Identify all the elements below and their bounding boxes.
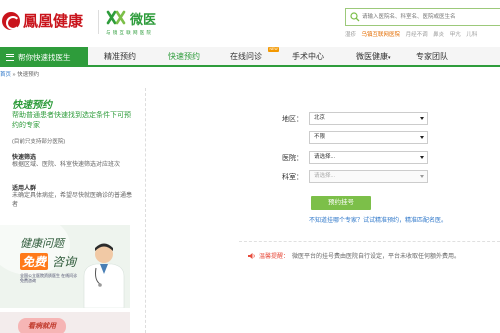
- section-heading-target-users: 适用人群: [12, 186, 37, 192]
- search-box[interactable]: [345, 8, 500, 26]
- find-doctor-menu[interactable]: 帮你快速找医生: [0, 47, 88, 67]
- sidebar-title: 快速预约: [12, 100, 52, 111]
- notice-text: 微医平台的挂号费由医院自行设定，平台未收取任何额外费用。: [292, 254, 461, 260]
- district-select[interactable]: 不限: [309, 131, 428, 144]
- section-heading-quick-filter: 快速筛选: [12, 155, 37, 161]
- hot-search-item[interactable]: 儿科: [466, 32, 477, 38]
- nav-item-weiyi-health[interactable]: 微医健康▾: [356, 47, 391, 67]
- hospital-select-value: 请选择...: [314, 154, 336, 160]
- precise-booking-link[interactable]: 不知道挂哪个专家？试试精准预约，精准匹配名医。: [309, 215, 447, 224]
- breadcrumb-current: 快速预约: [17, 72, 40, 78]
- chevron-down-icon: ▾: [388, 55, 391, 61]
- hot-search-item[interactable]: 湿疹: [345, 32, 356, 38]
- section-divider: [239, 241, 500, 242]
- region-select[interactable]: 北京: [309, 112, 428, 125]
- register-button[interactable]: 预约挂号: [311, 196, 371, 210]
- hot-search-item[interactable]: 月经不调: [406, 32, 428, 38]
- hot-search-item[interactable]: 甲亢: [450, 32, 461, 38]
- region-label: 地区：: [282, 116, 303, 123]
- notice-label: 温馨提醒：: [259, 254, 290, 260]
- banner2-text: 看病就用: [28, 323, 56, 330]
- find-doctor-label: 帮你快速找医生: [18, 52, 71, 62]
- column-divider: [145, 88, 146, 333]
- hospital-select[interactable]: 请选择...: [309, 151, 428, 164]
- banner-fine-print: 全国公立医院资质医生 在线问诊免费咨询: [20, 273, 78, 283]
- region-select-value: 北京: [314, 115, 326, 121]
- banner-headline: 健康问题: [20, 237, 64, 250]
- speaker-icon: [248, 253, 255, 259]
- hot-search-item[interactable]: 乌镇互联网医院: [362, 32, 401, 38]
- sidebar-note: (目前只支持部分医院): [12, 139, 66, 145]
- free-consult-banner[interactable]: 健康问题 免费 咨询 全国公立医院资质医生 在线问诊免费咨询: [0, 225, 130, 308]
- department-select-value: 请选择...: [314, 173, 336, 179]
- main-nav: 帮你快速找医生 精准预约 快速预约 在线问诊 NEW 手术中心 微医健康▾ 专家…: [0, 47, 500, 67]
- nav-item-quick-booking[interactable]: 快速预约: [168, 47, 200, 67]
- hot-search-list: 湿疹 乌镇互联网医院 月经不调 鼻炎 甲亢 儿科: [345, 30, 500, 38]
- sidebar-subtitle: 帮助普通患者快速找到选定条件下可预约的专家: [12, 112, 131, 129]
- section-text-quick-filter: 根据区域、医院、科室快速筛选对应班次: [12, 162, 121, 168]
- new-badge: NEW: [268, 47, 280, 52]
- hospital-label: 医院：: [282, 155, 303, 162]
- department-select[interactable]: 请选择...: [309, 170, 428, 183]
- dropdown-arrow-icon: [420, 117, 424, 120]
- fenghuang-logo-icon: [2, 11, 20, 30]
- see-doctor-banner[interactable]: 看病就用: [0, 312, 130, 333]
- nav-item-expert-team[interactable]: 专家团队: [416, 47, 448, 67]
- menu-list-icon: [6, 53, 14, 61]
- dropdown-arrow-icon: [420, 156, 424, 159]
- nav-item-online-consult[interactable]: 在线问诊: [230, 47, 262, 67]
- banner-consult-text: 咨询: [52, 255, 77, 269]
- search-input[interactable]: [362, 11, 500, 23]
- weiyi-health-label: 微医健康: [356, 52, 388, 61]
- logo-divider: [98, 10, 99, 34]
- banner-free-tag: 免费: [20, 253, 49, 270]
- dropdown-arrow-icon: [420, 136, 424, 139]
- fenghuang-health-logo[interactable]: 鳳凰健康: [2, 10, 83, 31]
- hot-search-item[interactable]: 鼻炎: [433, 32, 444, 38]
- site-header: 鳳凰健康 微医 与 镜 互 联 网 医 院 湿疹 乌镇互联网医院 月经不调 鼻炎…: [0, 0, 500, 46]
- weiyi-logo-icon: [106, 10, 126, 25]
- breadcrumb-home[interactable]: 首页: [0, 72, 11, 78]
- fenghuang-brand-name: 鳳凰健康: [23, 13, 84, 30]
- nav-item-surgery-center[interactable]: 手术中心: [292, 47, 324, 67]
- doctor-illustration: [83, 243, 125, 308]
- nav-item-precise-booking[interactable]: 精准预约: [104, 47, 136, 67]
- search-icon[interactable]: [350, 12, 360, 22]
- district-select-value: 不限: [314, 134, 326, 140]
- breadcrumb: 首页 » 快速预约: [0, 70, 39, 78]
- dropdown-arrow-icon: [420, 175, 424, 178]
- fee-notice: 温馨提醒： 微医平台的挂号费由医院自行设定，平台未收取任何额外费用。: [248, 251, 460, 260]
- weiyi-brand-name: 微医: [130, 12, 157, 27]
- section-text-target-users: 未确定具体病症，希望尽快就医确诊的普通患者: [12, 193, 133, 208]
- weiyi-brand-subtitle: 与 镜 互 联 网 医 院: [106, 30, 152, 35]
- department-label: 科室：: [282, 174, 303, 181]
